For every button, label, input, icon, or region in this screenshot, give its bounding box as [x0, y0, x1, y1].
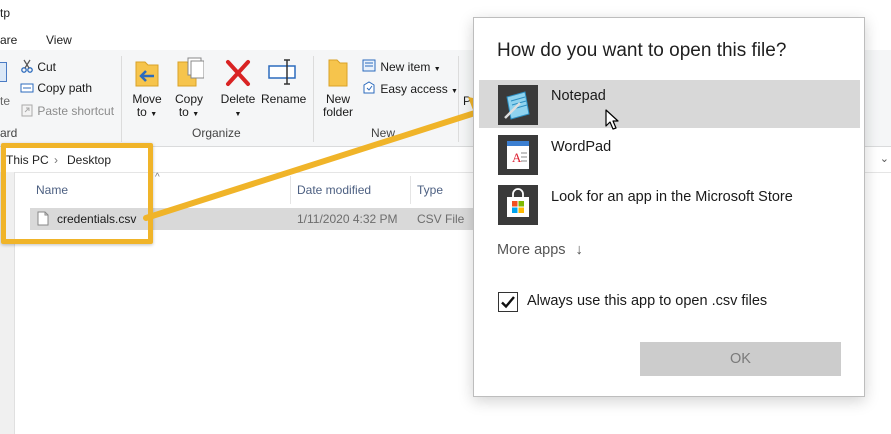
svg-text:A: A — [512, 150, 522, 165]
ribbon-separator — [121, 56, 122, 142]
sort-up-icon: ^ — [155, 172, 160, 183]
ok-label: OK — [730, 351, 751, 367]
cut-button[interactable]: Cut — [20, 59, 56, 74]
column-header-type[interactable]: Type — [417, 183, 443, 197]
new-folder-label-2: folder — [322, 105, 354, 119]
rename-button[interactable]: Rename — [261, 56, 307, 106]
new-group-label: New — [371, 126, 396, 140]
delete-label: Delete — [220, 92, 256, 106]
highlight-box — [1, 143, 153, 244]
store-icon — [498, 185, 538, 225]
paste-shortcut-label: Paste shortcut — [37, 104, 115, 118]
clipboard-group-label: ard — [0, 126, 18, 140]
dialog-title: How do you want to open this file? — [497, 40, 787, 61]
checkmark-icon — [501, 296, 515, 309]
app-option-microsoft-store[interactable]: Look for an app in the Microsoft Store — [479, 180, 860, 228]
cut-label: Cut — [37, 60, 57, 74]
rename-icon — [268, 59, 296, 85]
column-header-date-modified[interactable]: Date modified — [297, 183, 371, 197]
paste-shortcut-button[interactable]: Paste shortcut — [20, 103, 114, 118]
rename-label: Rename — [261, 92, 307, 106]
column-divider[interactable] — [410, 176, 411, 204]
chevron-down-icon: ▼ — [451, 88, 458, 95]
organize-group-label: Organize — [192, 126, 241, 140]
paste-fragment: te — [0, 94, 11, 108]
chevron-down-icon[interactable]: ⌄ — [880, 152, 889, 165]
wordpad-icon: A — [498, 135, 538, 175]
copy-to-label-2: to — [178, 105, 189, 119]
ok-button[interactable]: OK — [640, 342, 841, 376]
delete-button[interactable]: Delete ▼ — [218, 56, 258, 121]
app-option-wordpad[interactable]: A WordPad — [479, 130, 860, 178]
copy-path-label: Copy path — [37, 81, 93, 95]
open-with-dialog: How do you want to open this file? Notep… — [473, 17, 865, 397]
tab-share[interactable]: are — [0, 33, 17, 47]
more-apps-label: More apps — [497, 242, 566, 258]
title-fragment: tp — [0, 6, 11, 20]
easy-access-label: Easy access — [380, 82, 448, 96]
chevron-down-icon: ▼ — [150, 111, 158, 118]
app-option-notepad[interactable]: Notepad — [479, 80, 860, 128]
paste-shortcut-icon — [21, 104, 33, 117]
chevron-down-icon: ▼ — [234, 111, 242, 118]
delete-icon — [226, 60, 250, 86]
checkbox-box[interactable] — [498, 292, 518, 312]
ribbon-separator — [458, 56, 459, 142]
easy-access-icon — [363, 81, 375, 94]
new-item-icon — [362, 59, 376, 72]
app-name: Look for an app in the Microsoft Store — [551, 189, 793, 205]
new-item-button[interactable]: New item ▼ — [362, 59, 441, 74]
chevron-down-icon: ▼ — [433, 66, 441, 73]
copy-path-button[interactable]: Copy path — [20, 81, 92, 95]
always-use-checkbox[interactable]: Always use this app to open .csv files — [498, 291, 838, 313]
chevron-down-icon: ▼ — [192, 111, 200, 118]
column-divider[interactable] — [290, 176, 291, 204]
new-folder-button[interactable]: New folder — [318, 56, 358, 119]
new-item-label: New item — [380, 60, 431, 74]
move-to-label-2: to — [136, 105, 147, 119]
more-apps-link[interactable]: More apps ↓ — [497, 242, 583, 258]
copy-to-icon — [177, 57, 205, 87]
always-use-label: Always use this app to open .csv files — [527, 293, 768, 309]
file-type: CSV File — [417, 212, 465, 226]
app-name: Notepad — [551, 88, 606, 104]
scissors-icon — [21, 59, 33, 73]
arrow-down-icon: ↓ — [575, 242, 583, 258]
folder-pane-icon — [0, 62, 7, 82]
copy-to-button[interactable]: Copy to ▼ — [170, 56, 208, 121]
file-date-modified: 1/11/2020 4:32 PM — [297, 212, 398, 226]
new-folder-icon — [328, 59, 348, 87]
tab-view[interactable]: View — [46, 33, 72, 47]
move-to-icon — [135, 61, 159, 87]
copy-path-icon — [20, 83, 34, 93]
mouse-cursor-icon — [605, 109, 619, 130]
ribbon-separator — [313, 56, 314, 142]
easy-access-button[interactable]: Easy access ▼ — [362, 81, 458, 96]
app-name: WordPad — [551, 139, 612, 155]
notepad-icon — [498, 85, 538, 125]
move-to-button[interactable]: Move to ▼ — [128, 56, 166, 121]
